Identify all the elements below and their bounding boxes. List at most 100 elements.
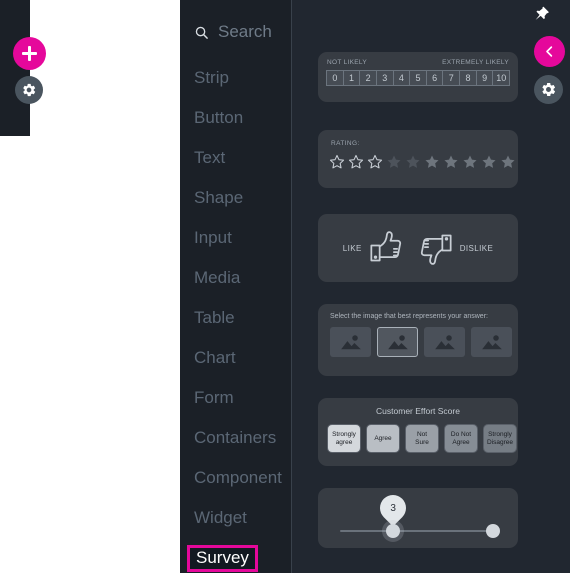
like-label: LIKE [342,243,362,253]
ces-option-line2: agree [335,438,353,446]
thumbs-down-icon[interactable] [414,228,454,268]
widget-star-rating[interactable]: RATING: [318,130,518,188]
slider-handle-min[interactable] [386,524,400,538]
sidebar-item-label: Table [194,308,235,327]
star-icon[interactable] [386,154,402,170]
nps-scale: 0 1 2 3 4 5 6 7 8 9 10 [318,66,518,86]
sidebar-item-shape[interactable]: Shape [180,178,291,218]
ces-title: Customer Effort Score [376,406,460,416]
nps-option-5[interactable]: 5 [409,70,427,86]
star-icon[interactable] [462,154,478,170]
image-placeholder-icon [340,334,361,349]
star-list [318,147,518,170]
ces-option-3[interactable]: Not Sure [405,424,439,453]
ces-option-line1: Agree [374,434,392,442]
sidebar-item-form[interactable]: Form [180,378,291,418]
collapse-panel-button[interactable] [534,36,565,67]
slider-track[interactable] [340,530,498,532]
app-root: Search Strip Button Text Shape Input Media Tab… [0,0,570,573]
star-icon[interactable] [500,154,516,170]
star-icon[interactable] [443,154,459,170]
ces-option-line2: Disagree [486,438,513,446]
sidebar-item-survey[interactable]: Survey [180,538,291,573]
star-icon[interactable] [329,154,345,170]
star-icon[interactable] [424,154,440,170]
widget-range-slider[interactable]: 3 [318,488,518,548]
nps-option-1[interactable]: 1 [342,70,361,86]
slider-value: 3 [390,502,396,514]
nps-option-0[interactable]: 0 [326,70,344,86]
image-option-4[interactable] [471,327,512,357]
sidebar-item-label: Shape [194,188,244,207]
sidebar-item-label: Button [194,108,244,127]
dislike-label: DISLIKE [459,243,494,253]
ces-option-2[interactable]: Agree [366,424,400,453]
sidebar-item-chart[interactable]: Chart [180,338,291,378]
sidebar-item-component[interactable]: Component [180,458,291,498]
add-button[interactable] [13,37,46,70]
slider-handle-max[interactable] [486,524,500,538]
sidebar-item-label: Containers [194,428,277,447]
sidebar-item-text[interactable]: Text [180,138,291,178]
nps-option-3[interactable]: 3 [375,70,394,86]
ces-option-4[interactable]: Do Not Agree [444,424,478,453]
nps-option-9[interactable]: 9 [475,70,494,86]
sidebar-item-label: Media [194,268,241,287]
widget-nps-scale[interactable]: NOT LIKELY EXTREMELY LIKELY 0 1 2 3 4 5 6 7 8 9 10 [318,52,518,102]
sidebar-item-label: Chart [194,348,236,367]
sidebar-item-label: Text [194,148,226,167]
component-sidebar: Search Strip Button Text Shape Input Media Tab… [180,0,291,573]
nps-option-10[interactable]: 10 [492,70,511,86]
survey-preview-panel: NOT LIKELY EXTREMELY LIKELY 0 1 2 3 4 5 6 7 8 9 10… [292,0,570,573]
image-placeholder-icon [434,334,455,349]
ces-option-5[interactable]: Strongly Disagree [483,424,517,453]
sidebar-menu: Strip Button Text Shape Input Media Table Chart… [180,58,291,573]
ces-option-line2: Agree [452,438,470,446]
image-option-3[interactable] [424,327,465,357]
widget-like-dislike[interactable]: LIKE DISLIKE [318,214,518,282]
sidebar-item-button[interactable]: Button [180,98,291,138]
gear-icon [542,83,556,96]
ces-option-row: Strongly agree Agree Not Sure Do Not Agree Stro… [318,416,518,453]
plus-icon-vertical [28,46,31,61]
sidebar-item-input[interactable]: Input [180,218,291,258]
image-placeholder-icon [387,334,408,349]
ces-option-line1: Strongly [488,431,512,439]
nps-option-7[interactable]: 7 [442,70,461,86]
nps-option-2[interactable]: 2 [359,70,377,86]
sidebar-item-label: Input [194,228,232,247]
slider-value-bubble: 3 [374,489,412,527]
sidebar-item-widget[interactable]: Widget [180,498,291,538]
sidebar-item-table[interactable]: Table [180,298,291,338]
ces-option-1[interactable]: Strongly agree [327,424,361,453]
rating-label: RATING: [331,140,360,147]
nps-option-8[interactable]: 8 [459,70,477,86]
slider-wrap: 3 [318,488,518,548]
star-icon[interactable] [348,154,364,170]
widget-image-select[interactable]: Select the image that best represents yo… [318,304,518,376]
search-placeholder: Search [218,22,272,41]
pin-icon[interactable] [532,5,551,24]
star-icon[interactable] [405,154,421,170]
nps-option-6[interactable]: 6 [425,70,444,86]
sidebar-item-containers[interactable]: Containers [180,418,291,458]
thumbs-up-icon[interactable] [368,228,408,268]
image-option-1[interactable] [330,327,371,357]
sidebar-item-label: Widget [194,508,247,527]
widget-customer-effort-score[interactable]: Customer Effort Score Strongly agree Agree… [318,398,518,466]
nps-option-4[interactable]: 4 [392,70,411,86]
nps-left-label: NOT LIKELY [327,59,367,66]
settings-button-left[interactable] [15,76,43,104]
back-chevron-icon [546,46,553,57]
sidebar-item-media[interactable]: Media [180,258,291,298]
settings-button-right[interactable] [534,75,563,104]
gear-icon [23,83,36,97]
star-icon[interactable] [481,154,497,170]
image-placeholder-icon [481,334,502,349]
image-option-2[interactable] [377,327,418,357]
ces-option-line1: Do Not [450,431,472,439]
image-select-prompt: Select the image that best represents yo… [330,313,488,320]
search-input[interactable]: Search [194,22,272,42]
star-icon[interactable] [367,154,383,170]
sidebar-item-strip[interactable]: Strip [180,58,291,98]
